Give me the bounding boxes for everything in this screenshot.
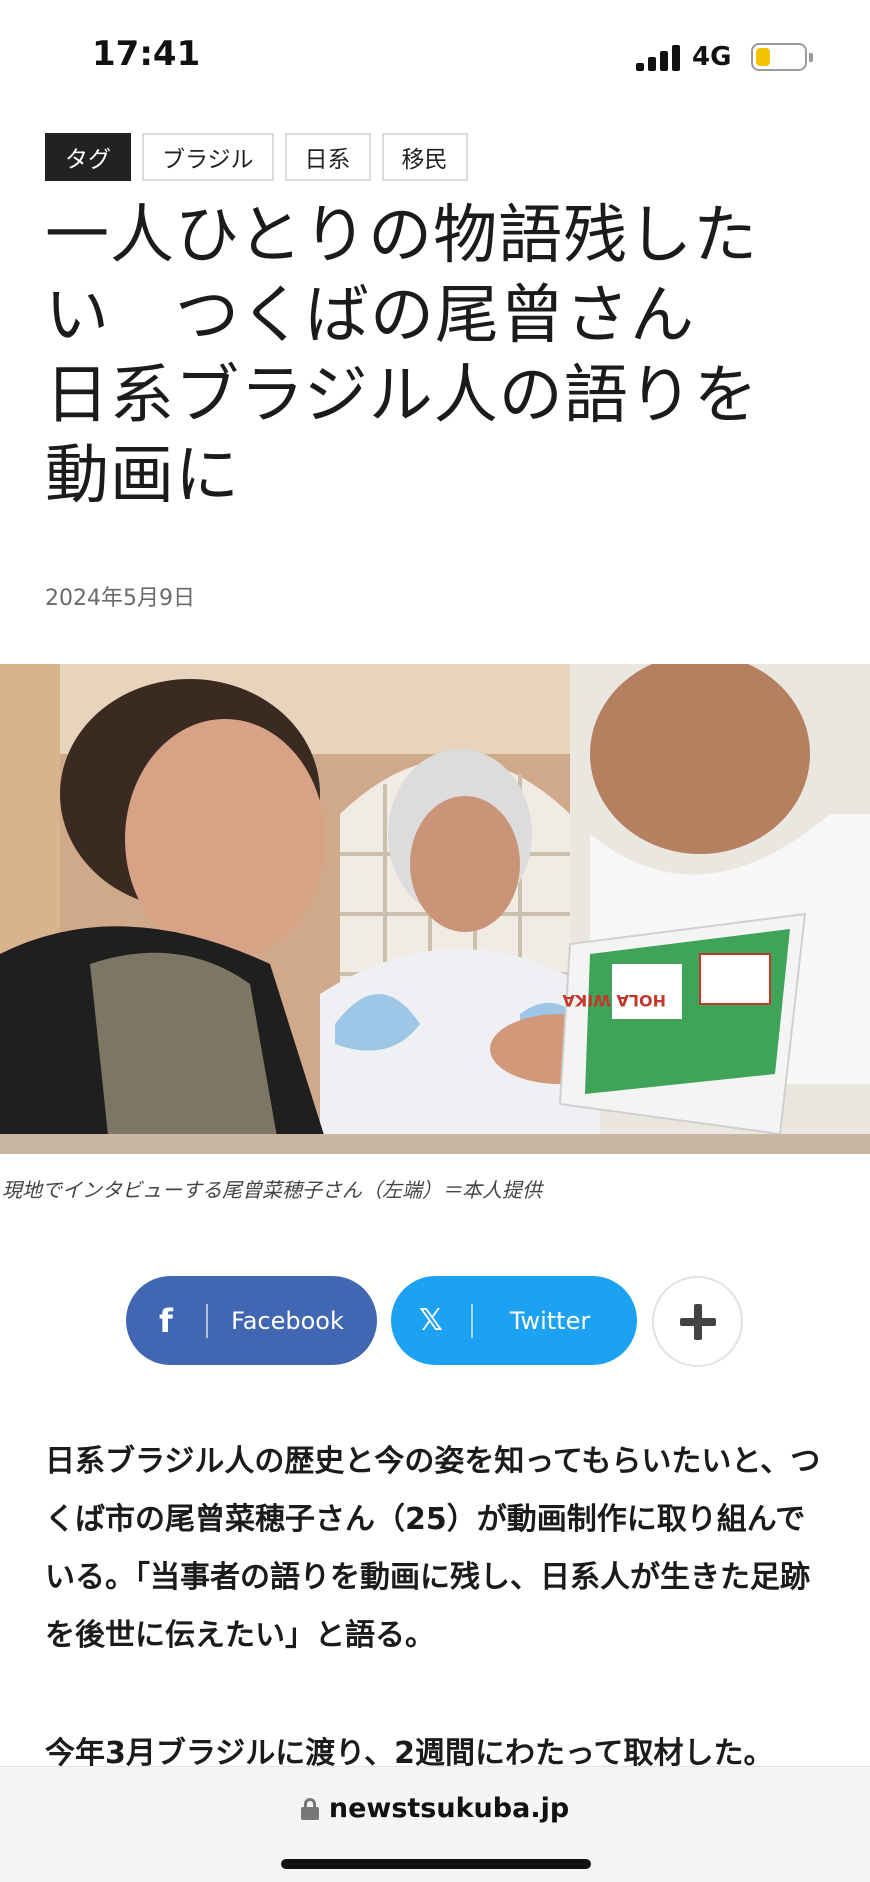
plus-icon [679, 1303, 716, 1340]
facebook-f-icon: f [159, 1301, 173, 1340]
article-headline: 一人ひとりの物語残した い つくばの尾曾さん 日系ブラジル人の語りを 動画に [45, 199, 759, 513]
facebook-share-label: Facebook [231, 1306, 344, 1335]
network-type: 4G [692, 42, 732, 72]
url-text: newstsukuba.jp [328, 1793, 570, 1824]
tag-immigrant[interactable]: 移民 [381, 133, 468, 181]
cellular-signal-icon [636, 45, 682, 71]
x-logo-icon: 𝕏 [418, 1303, 444, 1338]
article-date: 2024年5月9日 [45, 586, 195, 611]
article-page: 17:41 4G タグ ブラジル 日系 移民 一人ひとりの物語残した い つくば… [0, 0, 870, 1882]
twitter-share-button[interactable]: 𝕏 Twitter [391, 1276, 637, 1365]
article-paragraph: 日系ブラジル人の歴史と今の姿を知ってもらいたいと、つくば市の尾曾菜穂子さん（25… [45, 1444, 821, 1653]
battery-icon [751, 43, 813, 71]
facebook-share-button[interactable]: f Facebook [126, 1276, 377, 1365]
tag-brazil[interactable]: ブラジル [142, 133, 274, 181]
photo-caption: 現地でインタビューする尾曾菜穂子さん（左端）＝本人提供 [2, 1178, 542, 1202]
browser-address-bar: newstsukuba.jp [0, 1766, 870, 1882]
tag-label: タグ [45, 133, 131, 181]
home-indicator[interactable] [281, 1859, 591, 1869]
status-time: 17:41 [92, 34, 201, 74]
tag-nikkei[interactable]: 日系 [284, 133, 371, 181]
twitter-share-label: Twitter [509, 1306, 591, 1335]
more-share-button[interactable] [652, 1276, 743, 1367]
photo-illustration: HOLA WIKA [0, 664, 870, 1154]
status-bar: 17:41 4G [0, 0, 870, 110]
url-display[interactable]: newstsukuba.jp [0, 1793, 870, 1824]
booklet-text: HOLA WIKA [562, 991, 666, 1010]
tag-list: タグ ブラジル 日系 移民 [45, 133, 468, 181]
article-photo: HOLA WIKA [0, 664, 870, 1154]
lock-icon [300, 1797, 319, 1820]
